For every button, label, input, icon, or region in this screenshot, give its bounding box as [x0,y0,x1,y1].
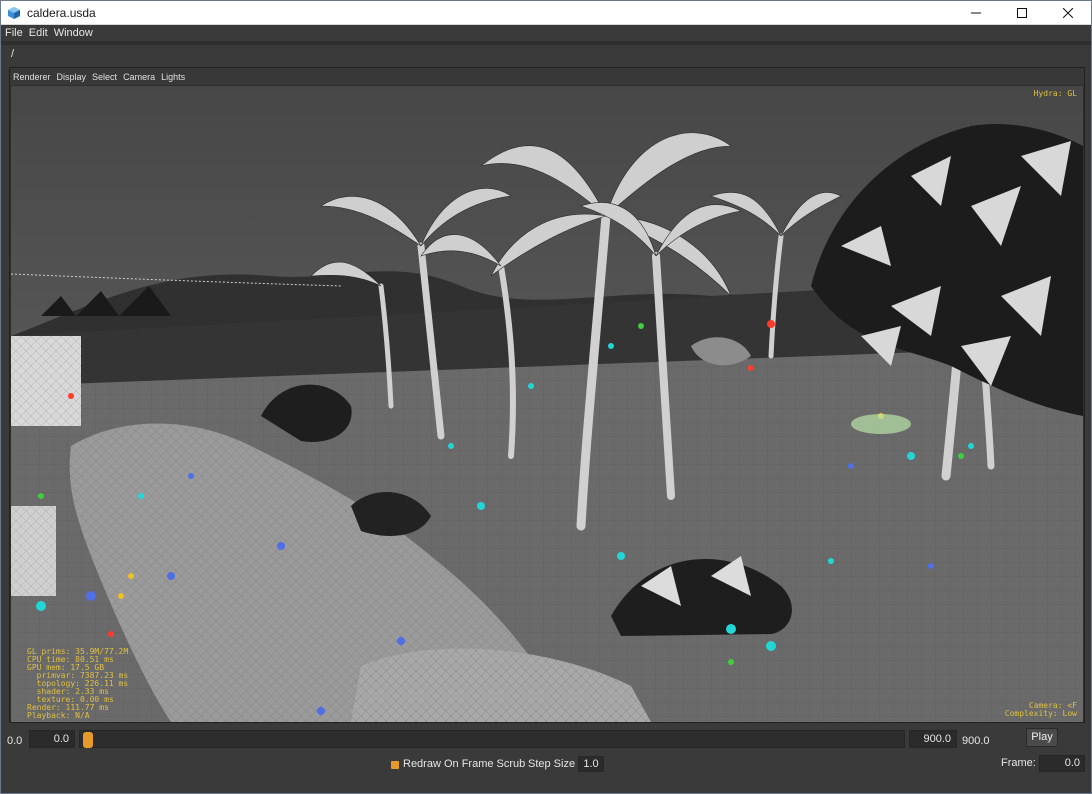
range-start-label: 0.0 [7,735,23,747]
viewport-panel: Renderer Display Select Camera Lights Hy… [9,67,1085,723]
redraw-on-scrub-checkbox[interactable] [391,761,399,769]
range-end-label: 900.0 [962,735,990,747]
menu-display[interactable]: Display [57,72,87,82]
usd-view-icon [8,6,20,19]
camera-info: Camera: <F Complexity: Low [1005,702,1077,718]
path-bar[interactable]: / [5,47,1087,63]
menu-window[interactable]: Window [54,27,93,39]
menu-renderer[interactable]: Renderer [13,72,51,82]
stats-overlay: GL prims: 35.9M/77.2M CPU time: 80.51 ms G… [27,648,128,720]
stat-line: Playback: N/A [27,711,90,720]
prim-path-field[interactable]: / [11,48,14,60]
play-button[interactable]: Play [1026,728,1058,747]
close-icon[interactable] [1045,1,1091,25]
frame-field[interactable]: 0.0 [1039,755,1085,772]
scene-render [11,86,1083,722]
window-controls [953,1,1091,25]
step-size-field[interactable]: 1.0 [578,756,604,772]
menu-bar: File Edit Window [1,25,1091,41]
menu-edit[interactable]: Edit [29,27,48,39]
menu-file[interactable]: File [5,27,23,39]
range-start-field[interactable]: 0.0 [29,730,75,748]
step-size-label: Step Size [528,758,576,770]
3d-viewport[interactable]: Hydra: GL Camera: <F Complexity: Low GL p… [11,86,1083,722]
frame-slider[interactable] [79,730,905,748]
menu-lights[interactable]: Lights [161,72,185,82]
viewport-menu-bar: Renderer Display Select Camera Lights [10,68,1084,85]
timeline-bar: 0.0 0.0 900.0 900.0 Play [1,727,1091,753]
maximize-icon[interactable] [999,1,1045,25]
renderer-label: Hydra: GL [1033,89,1077,98]
window-title: caldera.usda [27,5,96,20]
redraw-on-scrub-label[interactable]: Redraw On Frame Scrub [403,758,525,770]
range-end-field[interactable]: 900.0 [909,730,957,748]
toolbar-divider [1,41,1091,45]
complexity-label: Complexity: Low [1004,709,1077,718]
main-window: caldera.usda File Edit Window / Renderer… [0,0,1092,794]
menu-camera[interactable]: Camera [123,72,155,82]
frame-label: Frame: [1001,757,1036,769]
playback-options: Redraw On Frame Scrub Step Size 1.0 Fram… [1,755,1091,777]
minimize-icon[interactable] [953,1,999,25]
frame-slider-handle[interactable] [83,732,93,748]
title-bar[interactable]: caldera.usda [1,1,1091,25]
menu-select[interactable]: Select [92,72,117,82]
